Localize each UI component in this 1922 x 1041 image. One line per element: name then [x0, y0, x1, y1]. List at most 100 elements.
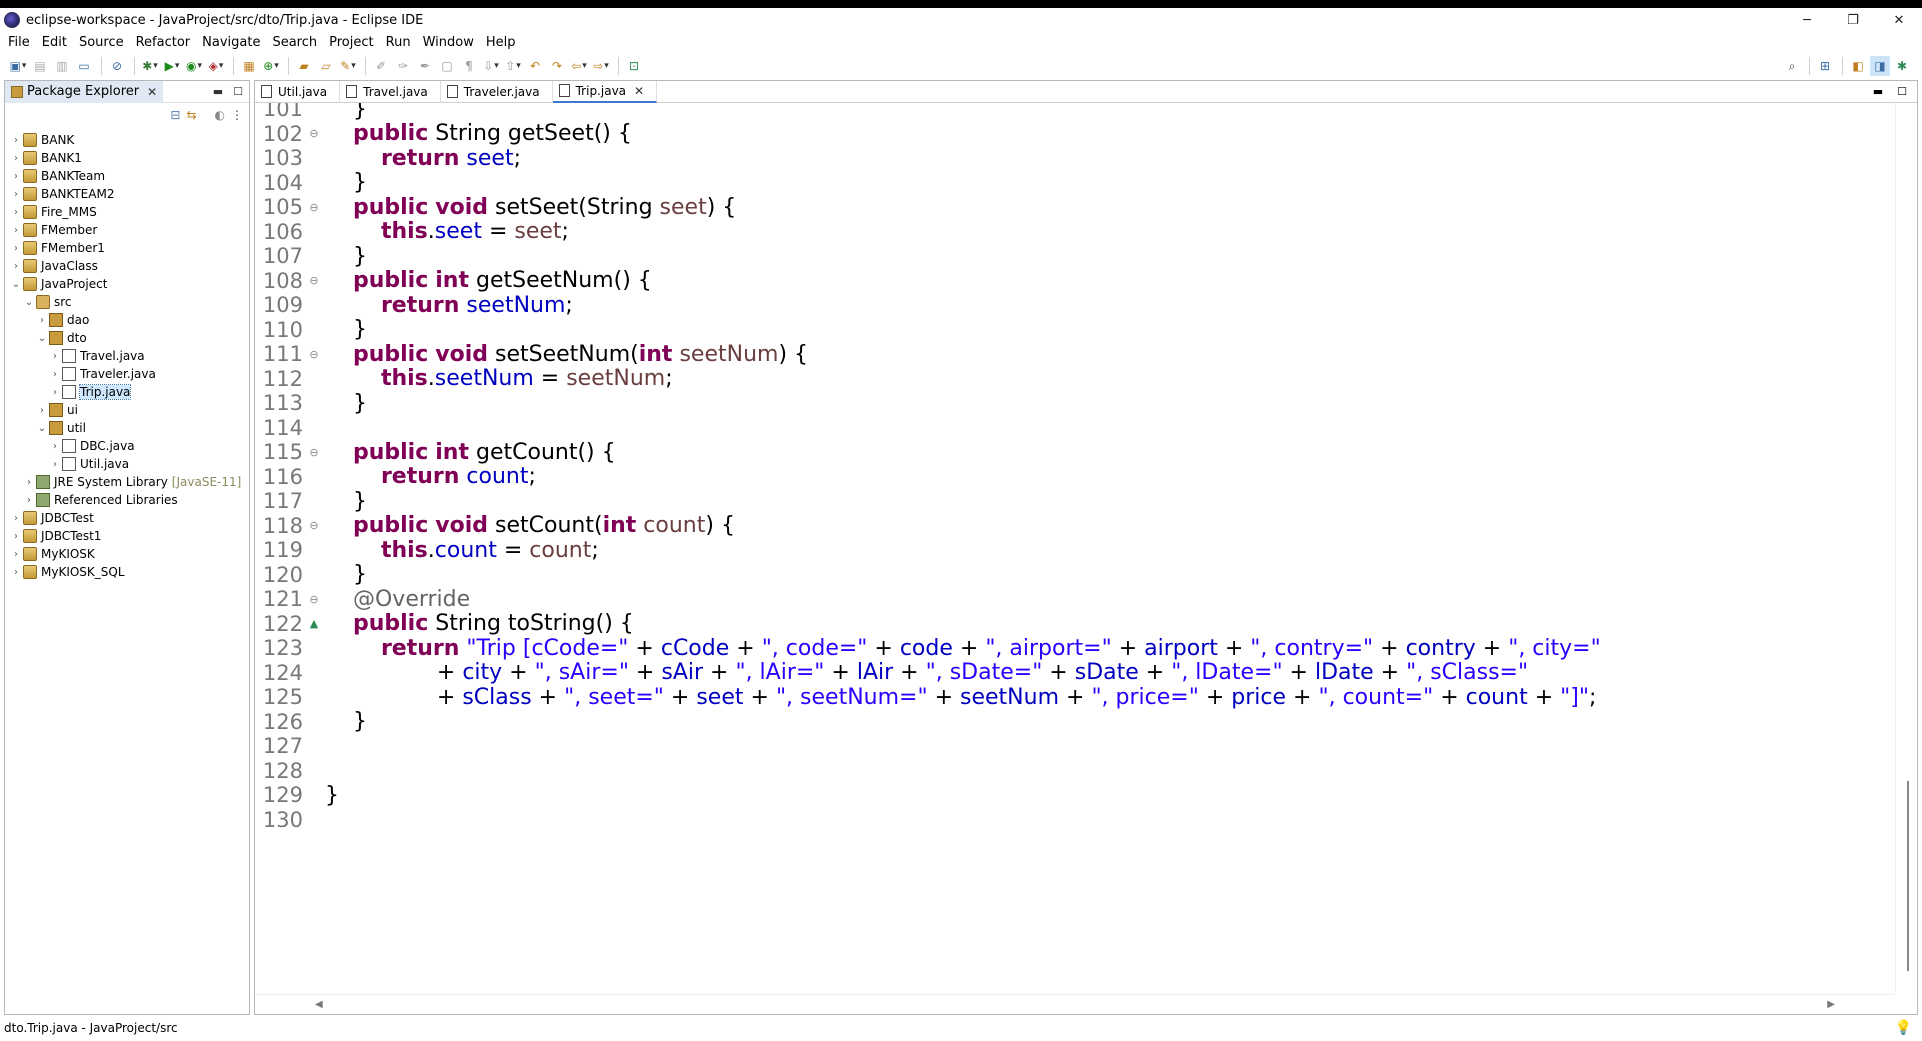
lightbulb-icon[interactable]: 💡	[1895, 1020, 1912, 1036]
chevron-down-icon[interactable]: ⌄	[9, 279, 23, 290]
tree-item[interactable]: › JDBCTest1	[5, 527, 249, 545]
forward-edit-icon[interactable]: ↷	[547, 56, 567, 76]
fold-icon[interactable]: ⊖	[303, 519, 325, 532]
chevron-right-icon[interactable]: ›	[9, 549, 23, 560]
open-type-icon[interactable]: ▰	[294, 56, 314, 76]
tree-item[interactable]: › Trip.java	[5, 383, 249, 401]
debug-icon[interactable]: ✱	[140, 56, 160, 76]
fold-icon[interactable]: ⊖	[303, 593, 325, 606]
tree-item[interactable]: › BANK1	[5, 149, 249, 167]
chevron-right-icon[interactable]: ›	[9, 135, 23, 146]
tree-item[interactable]: › DBC.java	[5, 437, 249, 455]
search-icon[interactable]: ⌕	[1782, 56, 1802, 76]
coverage-icon[interactable]: ◉	[184, 56, 204, 76]
fold-icon[interactable]: ⊖	[303, 274, 325, 287]
chevron-right-icon[interactable]: ›	[35, 405, 49, 416]
chevron-right-icon[interactable]: ›	[9, 243, 23, 254]
package-explorer-tab[interactable]: Package Explorer ✕	[5, 80, 164, 103]
close-window-button[interactable]: ✕	[1876, 8, 1922, 32]
open-perspective-icon[interactable]: ⊞	[1815, 56, 1835, 76]
tree-item[interactable]: › Util.java	[5, 455, 249, 473]
chevron-right-icon[interactable]: ›	[22, 495, 36, 506]
new-icon[interactable]: ▣	[8, 56, 28, 76]
fold-icon[interactable]: ⊖	[303, 201, 325, 214]
chevron-right-icon[interactable]: ›	[9, 261, 23, 272]
menu-project[interactable]: Project	[323, 35, 379, 50]
tree-item[interactable]: › ui	[5, 401, 249, 419]
chevron-right-icon[interactable]: ›	[9, 153, 23, 164]
mark-icon[interactable]: ✒	[415, 56, 435, 76]
tree-item[interactable]: ⌄ JavaProject	[5, 275, 249, 293]
tree-item[interactable]: › BANKTeam	[5, 167, 249, 185]
focus-icon[interactable]: ◐	[215, 108, 225, 122]
vertical-scrollbar[interactable]	[1907, 781, 1909, 971]
code-line[interactable]: 130	[255, 805, 1895, 835]
show-whitespace-icon[interactable]: ¶	[459, 56, 479, 76]
overview-ruler[interactable]	[1895, 103, 1917, 993]
new-java-class-icon[interactable]: ⊕	[261, 56, 281, 76]
terminal-icon[interactable]: ▭	[74, 56, 94, 76]
chevron-right-icon[interactable]: ›	[35, 315, 49, 326]
chevron-right-icon[interactable]: ›	[22, 477, 36, 488]
save-all-icon[interactable]: ▥	[52, 56, 72, 76]
open-task-icon[interactable]: ▱	[316, 56, 336, 76]
collapse-all-icon[interactable]: ⊟	[170, 108, 180, 122]
chevron-right-icon[interactable]: ›	[48, 441, 62, 452]
tree-item[interactable]: › FMember1	[5, 239, 249, 257]
editor-tab[interactable]: Util.java	[255, 80, 341, 103]
debug-perspective-icon[interactable]: ✱	[1892, 56, 1912, 76]
chevron-right-icon[interactable]: ›	[9, 207, 23, 218]
tree-item[interactable]: › FMember	[5, 221, 249, 239]
maximize-button[interactable]: ❐	[1830, 8, 1876, 32]
tree-item[interactable]: › MyKIOSK_SQL	[5, 563, 249, 581]
menu-refactor[interactable]: Refactor	[130, 35, 197, 50]
editor-tab[interactable]: Travel.java	[340, 80, 441, 103]
tree-item[interactable]: ⌄ src	[5, 293, 249, 311]
highlight-icon[interactable]: ✑	[393, 56, 413, 76]
next-annotation-icon[interactable]: ⇩	[481, 56, 501, 76]
pin-editor-icon[interactable]: ⊡	[624, 56, 644, 76]
menu-window[interactable]: Window	[417, 35, 480, 50]
java-perspective-icon[interactable]: ◨	[1870, 56, 1890, 76]
minimize-editor-icon[interactable]: ▬	[1873, 85, 1883, 98]
maximize-view-icon[interactable]: ☐	[233, 85, 243, 98]
tree-item[interactable]: ⌄ util	[5, 419, 249, 437]
search-tool-icon[interactable]: ✎	[338, 56, 358, 76]
tree-item[interactable]: › Referenced Libraries	[5, 491, 249, 509]
new-java-package-icon[interactable]: ▦	[239, 56, 259, 76]
chevron-right-icon[interactable]: ›	[9, 225, 23, 236]
chevron-down-icon[interactable]: ⌄	[22, 297, 36, 308]
scroll-left-icon[interactable]: ◀	[315, 999, 323, 1010]
maximize-editor-icon[interactable]: ☐	[1897, 85, 1907, 98]
save-icon[interactable]: ▤	[30, 56, 50, 76]
menu-edit[interactable]: Edit	[36, 35, 73, 50]
block-selection-icon[interactable]: ▢	[437, 56, 457, 76]
tree-item[interactable]: › JDBCTest	[5, 509, 249, 527]
minimize-view-icon[interactable]: ▬	[213, 85, 223, 98]
chevron-right-icon[interactable]: ›	[9, 531, 23, 542]
tree-item[interactable]: › BANK	[5, 131, 249, 149]
annotation-icon[interactable]: ✐	[371, 56, 391, 76]
close-icon[interactable]: ✕	[634, 84, 644, 98]
menu-navigate[interactable]: Navigate	[196, 35, 266, 50]
fold-icon[interactable]: ⊖	[303, 348, 325, 361]
editor-tab[interactable]: Traveler.java	[441, 80, 553, 103]
tree-item[interactable]: › dao	[5, 311, 249, 329]
chevron-right-icon[interactable]: ›	[9, 189, 23, 200]
view-menu-icon[interactable]: ⋮	[231, 108, 243, 122]
fold-icon[interactable]: ⊖	[303, 127, 325, 140]
chevron-right-icon[interactable]: ›	[9, 171, 23, 182]
back-icon[interactable]: ⇦	[569, 56, 589, 76]
chevron-right-icon[interactable]: ›	[48, 351, 62, 362]
code-editor[interactable]: 101 } 102 ⊖ public String getSeet() {103 r…	[255, 103, 1895, 993]
tree-item[interactable]: › JavaClass	[5, 257, 249, 275]
close-icon[interactable]: ✕	[147, 85, 157, 99]
chevron-right-icon[interactable]: ›	[48, 387, 62, 398]
menu-source[interactable]: Source	[73, 35, 130, 50]
editor-tab[interactable]: Trip.java ✕	[552, 80, 658, 103]
tree-item[interactable]: ⌄ dto	[5, 329, 249, 347]
chevron-down-icon[interactable]: ⌄	[35, 333, 49, 344]
fold-icon[interactable]: ⊖	[303, 446, 325, 459]
tree-item[interactable]: › BANKTEAM2	[5, 185, 249, 203]
minimize-button[interactable]: ─	[1784, 8, 1830, 32]
